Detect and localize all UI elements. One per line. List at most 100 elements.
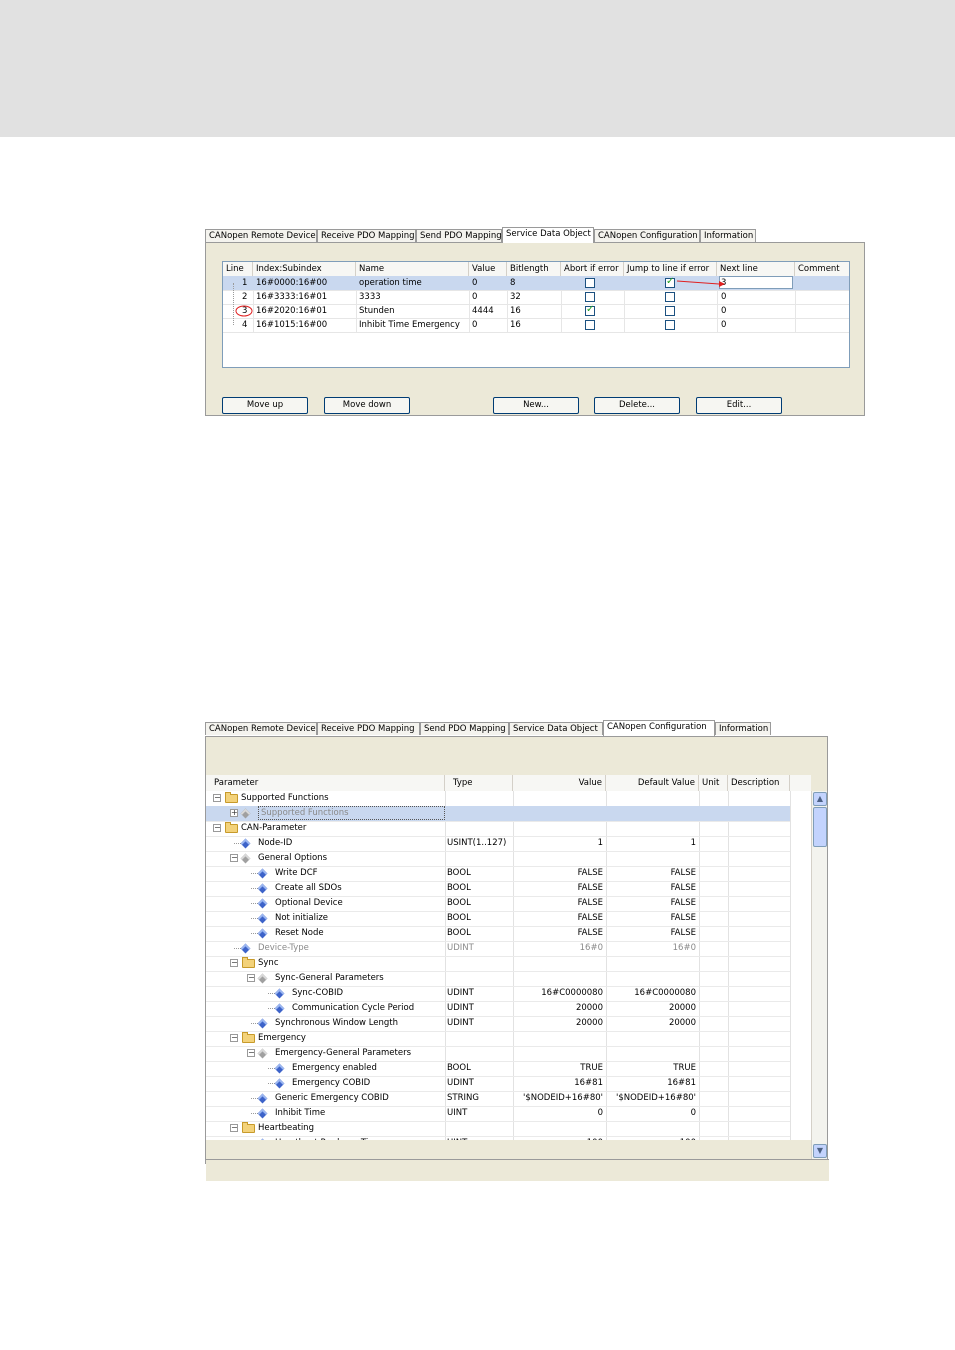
abort-if-error-checkbox[interactable] bbox=[585, 278, 595, 288]
scroll-down-button[interactable]: ▼ bbox=[813, 1144, 827, 1158]
param-value bbox=[513, 791, 603, 806]
sdo-row[interactable]: 2 16#3333:16#01 3333 0 32 0 bbox=[223, 290, 849, 305]
tab-information[interactable]: Information bbox=[715, 722, 771, 735]
new-button[interactable]: New... bbox=[493, 397, 579, 414]
scroll-up-button[interactable]: ▲ bbox=[813, 792, 827, 806]
tab-send-pdo-mapping[interactable]: Send PDO Mapping bbox=[416, 229, 502, 242]
param-type: BOOL bbox=[447, 898, 471, 908]
col-index-subindex[interactable]: Index:Subindex bbox=[253, 262, 356, 276]
tab-information[interactable]: Information bbox=[700, 229, 756, 242]
collapse-icon[interactable]: − bbox=[213, 794, 221, 802]
param-name: Generic Emergency COBID bbox=[275, 1093, 389, 1103]
param-type: USINT(1..127) bbox=[447, 838, 507, 848]
edit-button[interactable]: Edit... bbox=[696, 397, 782, 414]
folder-icon bbox=[242, 1032, 255, 1043]
abort-if-error-checkbox[interactable] bbox=[585, 292, 595, 302]
jump-to-line-checkbox[interactable] bbox=[665, 292, 675, 302]
tab-canopen-configuration[interactable]: CANopen Configuration bbox=[594, 229, 700, 242]
col-jump-to-line-if-error[interactable]: Jump to line if error bbox=[624, 262, 717, 276]
param-row[interactable]: Emergency enabled BOOL TRUE TRUE bbox=[206, 1061, 790, 1077]
row-index: 16#3333:16#01 bbox=[256, 292, 328, 302]
param-row[interactable]: Emergency COBID UDINT 16#81 16#81 bbox=[206, 1076, 790, 1092]
tab-send-pdo-mapping[interactable]: Send PDO Mapping bbox=[420, 722, 509, 735]
delete-button[interactable]: Delete... bbox=[594, 397, 680, 414]
param-row[interactable]: Device-Type UDINT 16#0 16#0 bbox=[206, 941, 790, 957]
tab-canopen-configuration[interactable]: CANopen Configuration bbox=[603, 720, 715, 736]
tab-receive-pdo-mapping[interactable]: Receive PDO Mapping bbox=[317, 722, 420, 735]
jump-to-line-checkbox[interactable] bbox=[665, 306, 675, 316]
param-name: Supported Functions bbox=[241, 793, 329, 803]
scroll-thumb[interactable] bbox=[813, 807, 827, 847]
param-type: BOOL bbox=[447, 883, 471, 893]
param-row[interactable]: Node-ID USINT(1..127) 1 1 bbox=[206, 836, 790, 852]
parameter-group-icon bbox=[257, 1048, 268, 1059]
vertical-scrollbar[interactable]: ▲ ▼ bbox=[811, 791, 827, 1159]
sdo-tab-body: Line Index:Subindex Name Value Bitlength… bbox=[205, 242, 865, 416]
sdo-panel: CANopen Remote Device Receive PDO Mappin… bbox=[205, 227, 865, 416]
param-row[interactable]: + Supported Functions bbox=[206, 806, 790, 822]
collapse-icon[interactable]: − bbox=[230, 1034, 238, 1042]
col-unit[interactable]: Unit bbox=[699, 775, 728, 791]
collapse-icon[interactable]: − bbox=[247, 1049, 255, 1057]
col-comment[interactable]: Comment bbox=[795, 262, 849, 276]
param-row[interactable]: − Emergency bbox=[206, 1031, 790, 1047]
param-row[interactable]: − Sync-General Parameters bbox=[206, 971, 790, 987]
tab-service-data-object[interactable]: Service Data Object bbox=[509, 722, 603, 735]
col-value[interactable]: Value bbox=[513, 775, 606, 791]
col-line[interactable]: Line bbox=[223, 262, 253, 276]
abort-if-error-checkbox[interactable] bbox=[585, 320, 595, 330]
tab-canopen-remote-device[interactable]: CANopen Remote Device bbox=[205, 722, 317, 735]
param-row[interactable]: − Sync bbox=[206, 956, 790, 972]
expand-icon[interactable]: + bbox=[230, 809, 238, 817]
row-name: Inhibit Time Emergency bbox=[359, 320, 460, 330]
sdo-row[interactable]: 1 16#0000:16#00 operation time 0 8 3 bbox=[223, 276, 849, 291]
param-row[interactable]: Optional Device BOOL FALSE FALSE bbox=[206, 896, 790, 912]
col-parameter[interactable]: Parameter bbox=[206, 775, 445, 791]
param-default-value: FALSE bbox=[670, 883, 696, 893]
col-next-line[interactable]: Next line bbox=[717, 262, 795, 276]
param-row[interactable]: Inhibit Time UINT 0 0 bbox=[206, 1106, 790, 1122]
tab-receive-pdo-mapping[interactable]: Receive PDO Mapping bbox=[317, 229, 416, 242]
collapse-icon[interactable]: − bbox=[230, 854, 238, 862]
param-row[interactable]: Synchronous Window Length UDINT 20000 20000 bbox=[206, 1016, 790, 1032]
collapse-icon[interactable]: − bbox=[247, 974, 255, 982]
jump-to-line-checkbox[interactable] bbox=[665, 320, 675, 330]
param-row[interactable]: − Heartbeating bbox=[206, 1121, 790, 1137]
param-row[interactable]: Write DCF BOOL FALSE FALSE bbox=[206, 866, 790, 882]
col-type[interactable]: Type bbox=[445, 775, 513, 791]
collapse-icon[interactable]: − bbox=[230, 1124, 238, 1132]
col-value[interactable]: Value bbox=[469, 262, 507, 276]
tab-service-data-object[interactable]: Service Data Object bbox=[502, 227, 594, 243]
col-default-value[interactable]: Default Value bbox=[606, 775, 699, 791]
parameter-icon bbox=[240, 838, 251, 849]
col-bitlength[interactable]: Bitlength bbox=[507, 262, 561, 276]
col-name[interactable]: Name bbox=[356, 262, 469, 276]
param-row[interactable]: Create all SDOs BOOL FALSE FALSE bbox=[206, 881, 790, 897]
config-tab-body: Parameter Type Value Default Value Unit … bbox=[205, 736, 829, 1181]
param-value bbox=[513, 821, 603, 836]
sdo-row[interactable]: 4 16#1015:16#00 Inhibit Time Emergency 0… bbox=[223, 318, 849, 333]
move-down-button[interactable]: Move down bbox=[324, 397, 410, 414]
move-up-button[interactable]: Move up bbox=[222, 397, 308, 414]
param-default-value: TRUE bbox=[673, 1063, 696, 1073]
abort-if-error-checkbox[interactable] bbox=[585, 304, 595, 316]
param-row[interactable]: − Supported Functions bbox=[206, 791, 790, 807]
param-row[interactable]: Reset Node BOOL FALSE FALSE bbox=[206, 926, 790, 942]
tab-canopen-remote-device[interactable]: CANopen Remote Device bbox=[205, 229, 317, 242]
param-row[interactable]: − Emergency-General Parameters bbox=[206, 1046, 790, 1062]
param-default-value bbox=[606, 821, 696, 836]
param-row[interactable]: − CAN-Parameter bbox=[206, 821, 790, 837]
param-row[interactable]: Sync-COBID UDINT 16#C0000080 16#C0000080 bbox=[206, 986, 790, 1002]
collapse-icon[interactable]: − bbox=[213, 824, 221, 832]
col-abort-if-error[interactable]: Abort if error bbox=[561, 262, 624, 276]
collapse-icon[interactable]: − bbox=[230, 959, 238, 967]
highlight-circle bbox=[235, 305, 253, 317]
col-description[interactable]: Description bbox=[728, 775, 790, 791]
jump-to-line-checkbox[interactable] bbox=[665, 276, 675, 288]
param-row[interactable]: − General Options bbox=[206, 851, 790, 867]
sdo-row[interactable]: 3 16#2020:16#01 Stunden 4444 16 0 bbox=[223, 304, 849, 319]
next-line-input[interactable] bbox=[719, 276, 793, 289]
param-row[interactable]: Generic Emergency COBID STRING '$NODEID+16… bbox=[206, 1091, 790, 1107]
param-row[interactable]: Not initialize BOOL FALSE FALSE bbox=[206, 911, 790, 927]
param-row[interactable]: Communication Cycle Period UDINT 20000 2000… bbox=[206, 1001, 790, 1017]
